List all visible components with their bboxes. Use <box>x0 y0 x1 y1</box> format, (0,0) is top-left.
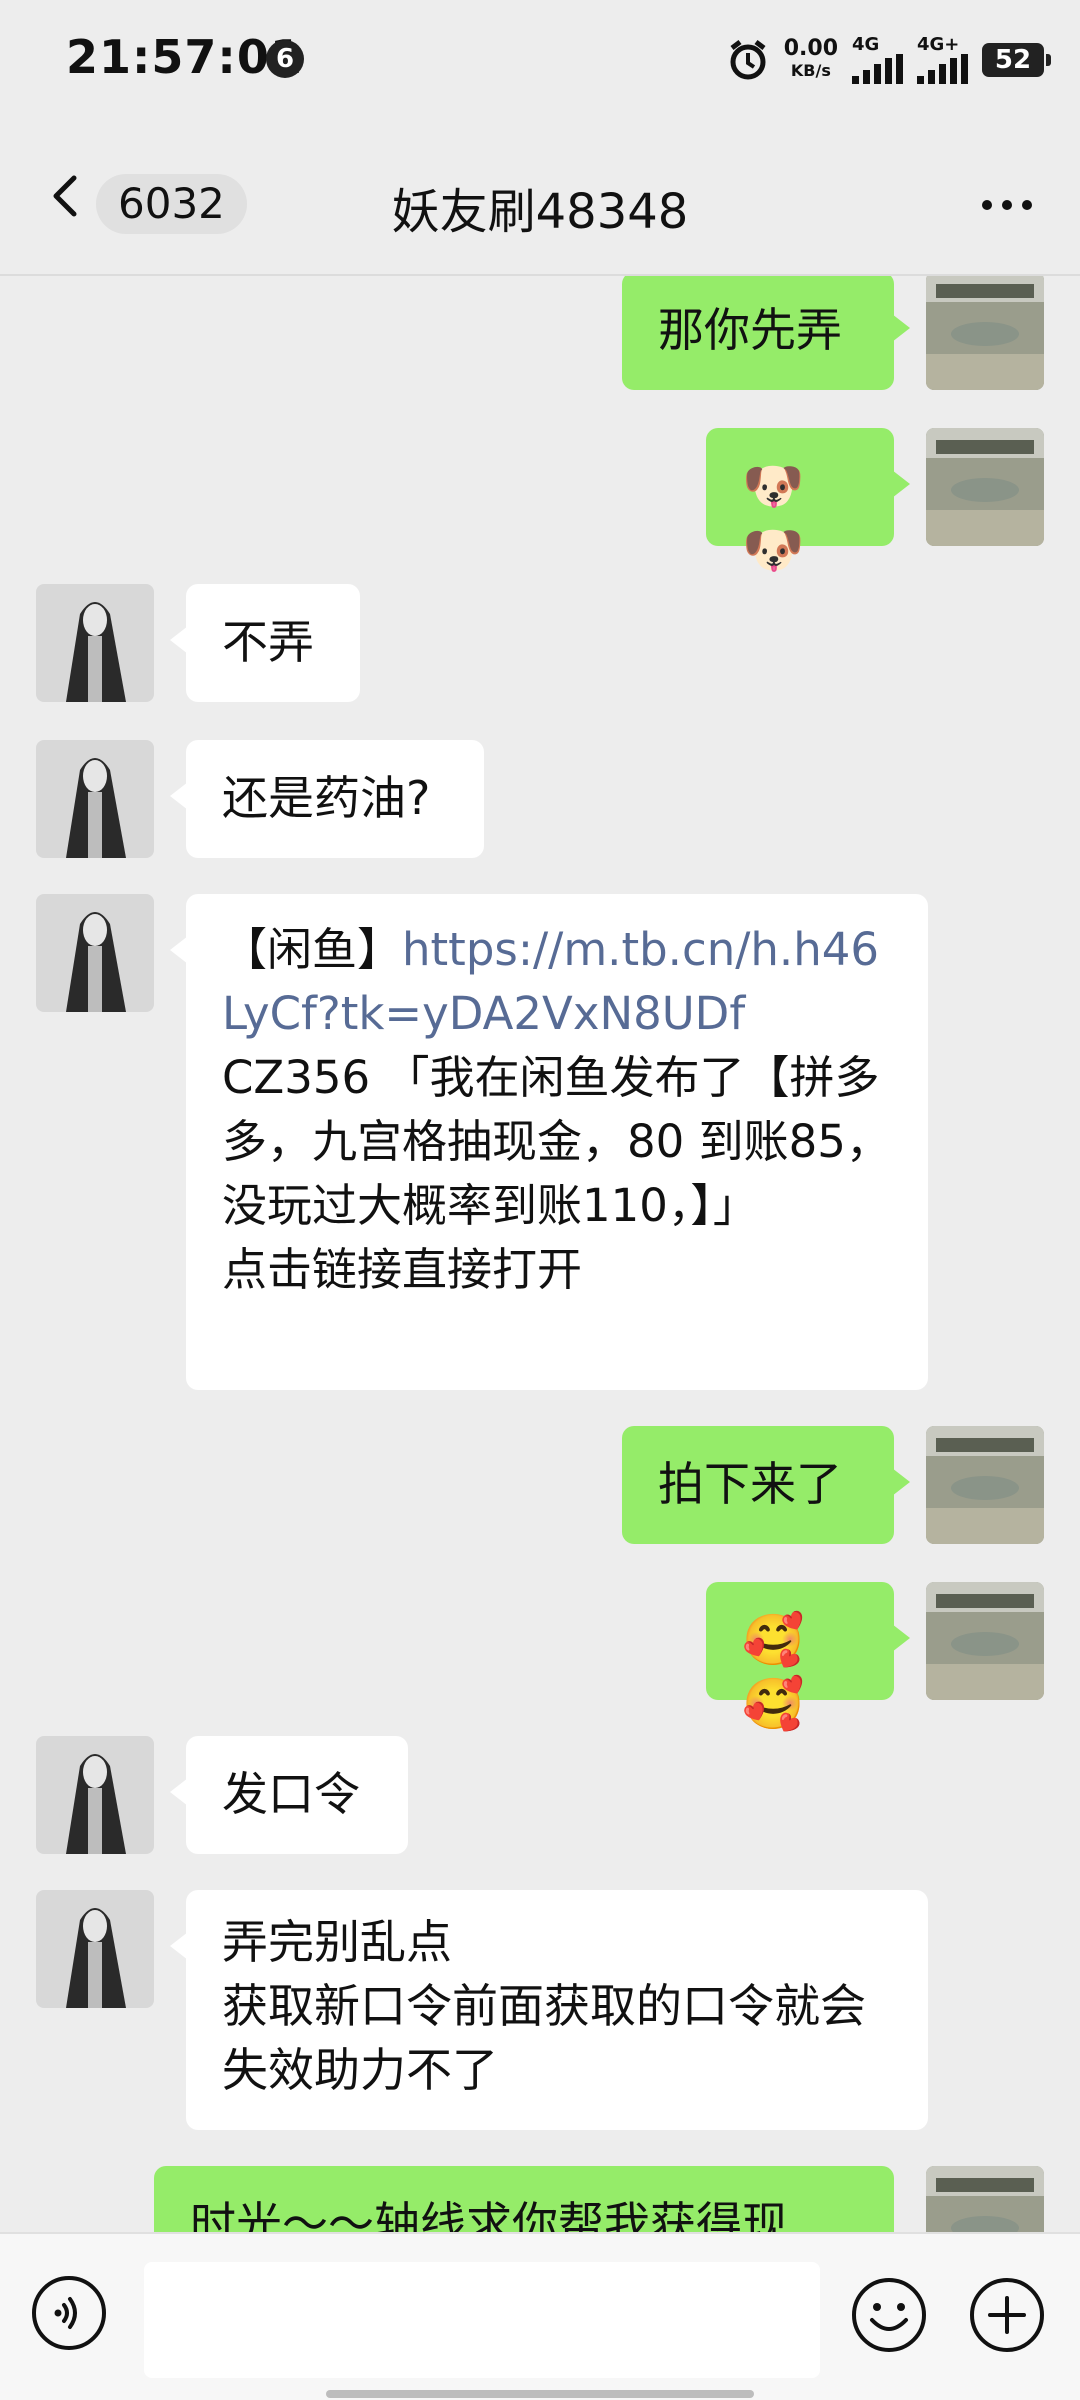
message-prefix: 【闲鱼】 <box>222 923 403 976</box>
net-speed: 0.00 KB/s <box>784 38 838 82</box>
status-indicators: 0.00 KB/s 4G 4G+ 52 <box>726 34 1051 86</box>
message-bubble-received[interactable]: 发口令 <box>170 1736 408 1854</box>
avatar-contact[interactable] <box>36 1890 154 2008</box>
chat-title: 妖友刷48348 <box>391 184 689 240</box>
smiley-icon[interactable] <box>850 2276 928 2354</box>
avatar-self[interactable] <box>926 2166 1044 2232</box>
message-bubble-sent[interactable]: 拍下来了 <box>622 1426 910 1544</box>
message-bubble-received[interactable]: 【闲鱼】https://m.tb.cn/h.h46LyCf?tk=yDA2VxN… <box>170 894 928 1390</box>
avatar-contact[interactable] <box>36 1736 154 1854</box>
voice-icon[interactable] <box>32 2276 106 2350</box>
avatar-contact[interactable] <box>36 584 154 702</box>
more-dots-icon[interactable] <box>982 200 1032 210</box>
message-input[interactable] <box>144 2262 820 2378</box>
home-indicator[interactable] <box>326 2390 754 2398</box>
message-bubble-sent[interactable]: 那你先弄 <box>622 276 910 390</box>
sim1-signal: 4G <box>852 36 903 84</box>
message-bubble-received[interactable]: 弄完别乱点 获取新口令前面获取的口令就会失效助力不了 <box>170 1890 928 2130</box>
plus-icon[interactable] <box>968 2276 1046 2354</box>
status-bar: 21:57:01 6 0.00 KB/s 4G 4G+ 52 <box>0 0 1080 116</box>
message-bubble-sent[interactable]: 时光～～轴线求你帮我获得现 <box>154 2166 894 2232</box>
signal-bars-icon <box>852 54 903 84</box>
alarm-icon <box>730 40 766 80</box>
signal-bars-icon <box>917 54 968 84</box>
avatar-self[interactable] <box>926 1582 1044 1700</box>
message-list[interactable]: 那你先弄 🐶🐶 不弄 还是药油? 【闲鱼】https://m.tb.cn/h.h… <box>0 276 1080 2232</box>
net-speed-unit: KB/s <box>790 61 831 80</box>
input-bar <box>0 2232 1080 2400</box>
message-text: CZ356 「我在闲鱼发布了【拼多多，九宫格抽现金，80 到账85，没玩过大概率… <box>222 1051 891 1296</box>
avatar-self[interactable] <box>926 1426 1044 1544</box>
message-bubble-received[interactable]: 不弄 <box>170 584 360 702</box>
avatar-self[interactable] <box>926 428 1044 546</box>
sim2-signal: 4G+ <box>917 36 968 84</box>
sim2-label: 4G+ <box>917 34 960 55</box>
notification-count-badge: 6 <box>266 40 304 78</box>
chat-header: 6032 妖友刷48348 <box>0 116 1080 276</box>
net-speed-value: 0.00 <box>783 36 838 61</box>
avatar-contact[interactable] <box>36 894 154 1012</box>
avatar-self[interactable] <box>926 276 1044 390</box>
message-bubble-sent[interactable]: 🥰🥰 <box>706 1582 910 1733</box>
avatar-contact[interactable] <box>36 740 154 858</box>
battery-icon: 52 <box>982 43 1051 77</box>
sim1-label: 4G <box>852 34 880 55</box>
message-bubble-sent[interactable]: 🐶🐶 <box>706 428 910 579</box>
message-bubble-received[interactable]: 还是药油? <box>170 740 484 858</box>
